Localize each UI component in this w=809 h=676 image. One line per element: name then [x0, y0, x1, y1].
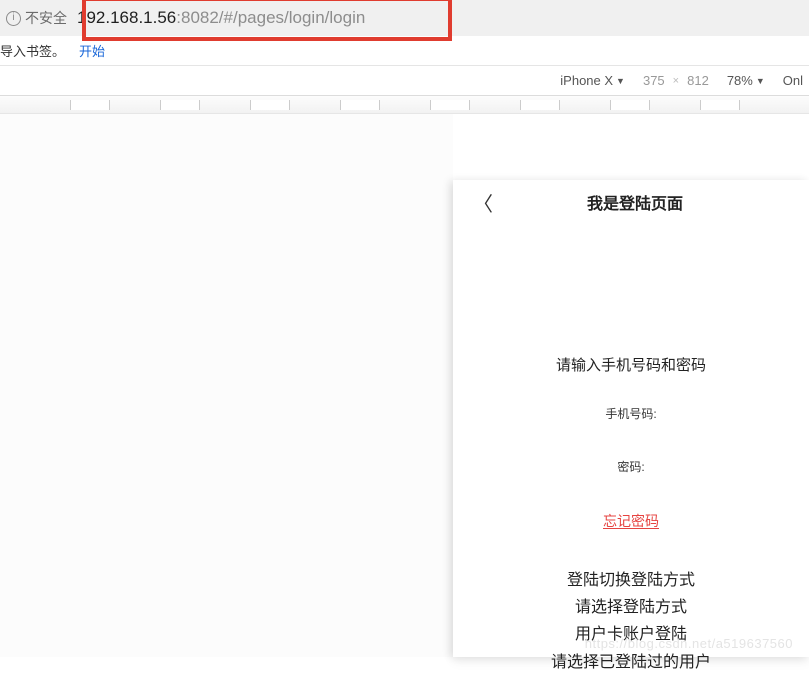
password-label: 密码: — [453, 458, 809, 475]
login-form-body: 请输入手机号码和密码 手机号码: 密码: 忘记密码 登陆切换登陆方式 请选择登陆… — [453, 224, 809, 676]
url-host: 192.168.1.56 — [77, 8, 176, 28]
device-width[interactable]: 375 — [643, 73, 665, 88]
throttle-selector[interactable]: Onl — [783, 73, 803, 88]
option-switch-method[interactable]: 登陆切换登陆方式 — [453, 567, 809, 594]
preview-stage: 〈 我是登陆页面 请输入手机号码和密码 手机号码: 密码: 忘记密码 登陆切换登… — [0, 114, 809, 657]
device-frame: 〈 我是登陆页面 请输入手机号码和密码 手机号码: 密码: 忘记密码 登陆切换登… — [453, 180, 809, 657]
device-selector[interactable]: iPhone X ▼ — [560, 73, 625, 88]
info-icon: i — [6, 11, 21, 26]
address-bar: i 不安全 192.168.1.56:8082/#/pages/login/lo… — [0, 0, 809, 36]
device-name: iPhone X — [560, 73, 613, 88]
not-safe-label: 不安全 — [25, 8, 67, 28]
url-field[interactable]: 192.168.1.56:8082/#/pages/login/login — [77, 8, 365, 28]
login-prompt: 请输入手机号码和密码 — [453, 354, 809, 375]
phone-label: 手机号码: — [453, 405, 809, 422]
ruler — [0, 96, 809, 114]
page-title: 我是登陆页面 — [473, 190, 797, 214]
devtools-toolbar: iPhone X ▼ 375 × 812 78% ▼ Onl — [0, 66, 809, 96]
url-path: :8082/#/pages/login/login — [176, 8, 365, 28]
chevron-down-icon: ▼ — [756, 76, 765, 86]
not-safe-indicator: i 不安全 — [6, 8, 67, 28]
device-dimensions: 375 × 812 — [643, 73, 709, 88]
device-height[interactable]: 812 — [687, 73, 709, 88]
start-link[interactable]: 开始 — [79, 41, 105, 60]
login-options: 登陆切换登陆方式 请选择登陆方式 用户卡账户登陆 请选择已登陆过的用户 — [453, 567, 809, 676]
bookmark-bar: 导入书签。 开始 — [0, 36, 809, 66]
chevron-down-icon: ▼ — [616, 76, 625, 86]
dimension-x: × — [673, 75, 679, 87]
stage-empty-area — [0, 114, 453, 657]
throttle-value: Onl — [783, 73, 803, 88]
app-navbar: 〈 我是登陆页面 — [453, 180, 809, 224]
zoom-value: 78% — [727, 73, 753, 88]
forgot-password-link[interactable]: 忘记密码 — [453, 511, 809, 531]
option-select-user[interactable]: 请选择已登陆过的用户 — [453, 649, 809, 676]
zoom-selector[interactable]: 78% ▼ — [727, 73, 765, 88]
option-select-method[interactable]: 请选择登陆方式 — [453, 594, 809, 621]
option-card-login[interactable]: 用户卡账户登陆 — [453, 621, 809, 648]
import-bookmarks-text: 导入书签。 — [0, 41, 65, 60]
